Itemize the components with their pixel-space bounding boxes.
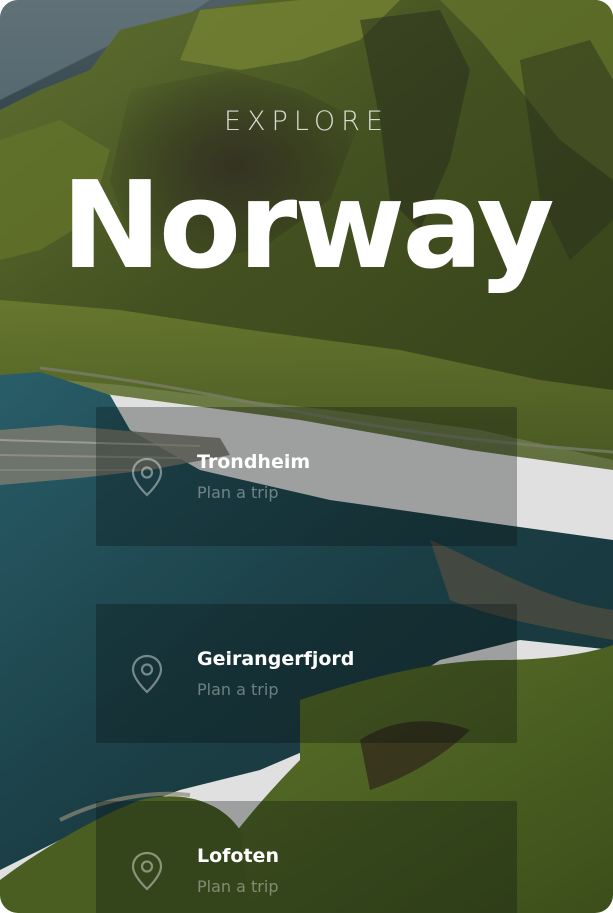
destination-card-geirangerfjord[interactable]: Geirangerfjord Plan a trip — [96, 604, 517, 743]
explore-card: EXPLORE Norway Trondheim Plan a trip Gei… — [0, 0, 613, 913]
map-pin-icon — [131, 654, 163, 694]
map-pin-icon — [131, 851, 163, 891]
destination-name: Trondheim — [197, 451, 311, 473]
plan-trip-link[interactable]: Plan a trip — [197, 877, 278, 896]
destination-name: Lofoten — [197, 845, 279, 867]
destination-card-trondheim[interactable]: Trondheim Plan a trip — [96, 407, 517, 546]
map-pin-icon — [131, 457, 163, 497]
page-title: Norway — [61, 157, 554, 296]
explore-eyebrow: EXPLORE — [224, 106, 389, 137]
destination-name: Geirangerfjord — [197, 648, 355, 670]
plan-trip-link[interactable]: Plan a trip — [197, 483, 278, 502]
destination-card-lofoten[interactable]: Lofoten Plan a trip — [96, 801, 517, 913]
plan-trip-link[interactable]: Plan a trip — [197, 680, 278, 699]
